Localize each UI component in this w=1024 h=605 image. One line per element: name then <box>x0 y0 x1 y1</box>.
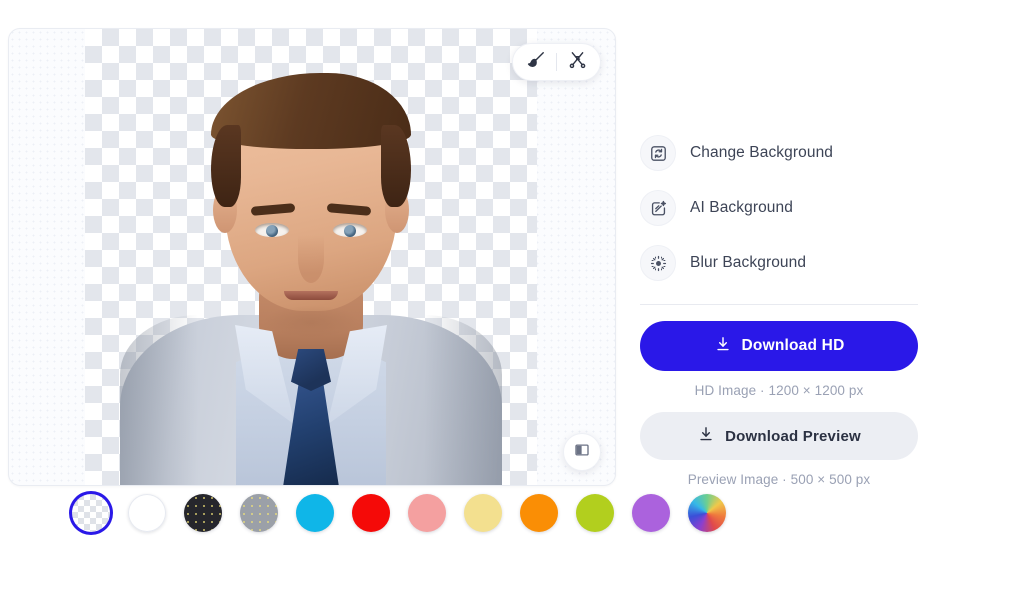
blur-background-label: Blur Background <box>690 254 807 271</box>
swatch-yellow[interactable] <box>464 494 502 532</box>
sidebar-divider <box>640 304 918 305</box>
background-color-swatches <box>72 494 726 532</box>
scissors-wand-icon <box>568 50 587 74</box>
canvas-toolbar <box>512 43 601 81</box>
download-hd-label: Download HD <box>741 337 845 354</box>
brush-tool-button[interactable] <box>519 45 553 79</box>
blur-background-icon <box>640 245 676 281</box>
iris-left <box>266 225 278 237</box>
suit-shadow-left <box>120 315 198 485</box>
ai-background-label: AI Background <box>690 199 793 216</box>
toolbar-divider <box>556 53 557 71</box>
swatch-color-wheel[interactable] <box>688 494 726 532</box>
blur-background-button[interactable]: Blur Background <box>640 240 918 286</box>
swatch-transparent[interactable] <box>72 494 110 532</box>
swatch-pink[interactable] <box>408 494 446 532</box>
magic-erase-tool-button[interactable] <box>560 45 594 79</box>
compare-view-button[interactable] <box>563 433 601 471</box>
swatch-white[interactable] <box>128 494 166 532</box>
nose <box>298 235 324 283</box>
background-remover-app: Change Background AI Background Blur Bac… <box>0 0 1024 605</box>
download-preview-caption: Preview Image · 500 × 500 px <box>687 472 871 487</box>
download-preview-label: Download Preview <box>725 427 861 445</box>
swatch-cyan[interactable] <box>296 494 334 532</box>
iris-right <box>344 225 356 237</box>
change-background-label: Change Background <box>690 144 834 161</box>
mouth <box>284 291 338 300</box>
ai-background-button[interactable]: AI Background <box>640 185 918 231</box>
download-hd-button[interactable]: Download HD <box>640 321 918 371</box>
swatch-orange[interactable] <box>520 494 558 532</box>
swatch-gray[interactable] <box>240 494 278 532</box>
change-background-icon <box>640 135 676 171</box>
hair-side-left <box>211 125 241 207</box>
split-view-icon <box>573 441 591 464</box>
download-icon <box>697 425 715 447</box>
brush-icon <box>527 50 546 74</box>
chin-shading <box>263 305 359 339</box>
ai-background-icon <box>640 190 676 226</box>
editor-panel <box>8 28 616 486</box>
download-preview-button[interactable]: Download Preview <box>640 412 918 460</box>
cutout-portrait-image <box>85 29 537 485</box>
suit-shadow-right <box>424 315 502 485</box>
download-icon <box>714 335 732 358</box>
actions-sidebar: Change Background AI Background Blur Bac… <box>640 130 918 487</box>
swatch-black[interactable] <box>184 494 222 532</box>
swatch-lime[interactable] <box>576 494 614 532</box>
swatch-red[interactable] <box>352 494 390 532</box>
download-hd-caption: HD Image · 1200 × 1200 px <box>694 383 864 398</box>
change-background-button[interactable]: Change Background <box>640 130 918 176</box>
image-canvas[interactable] <box>8 28 616 486</box>
swatch-purple[interactable] <box>632 494 670 532</box>
